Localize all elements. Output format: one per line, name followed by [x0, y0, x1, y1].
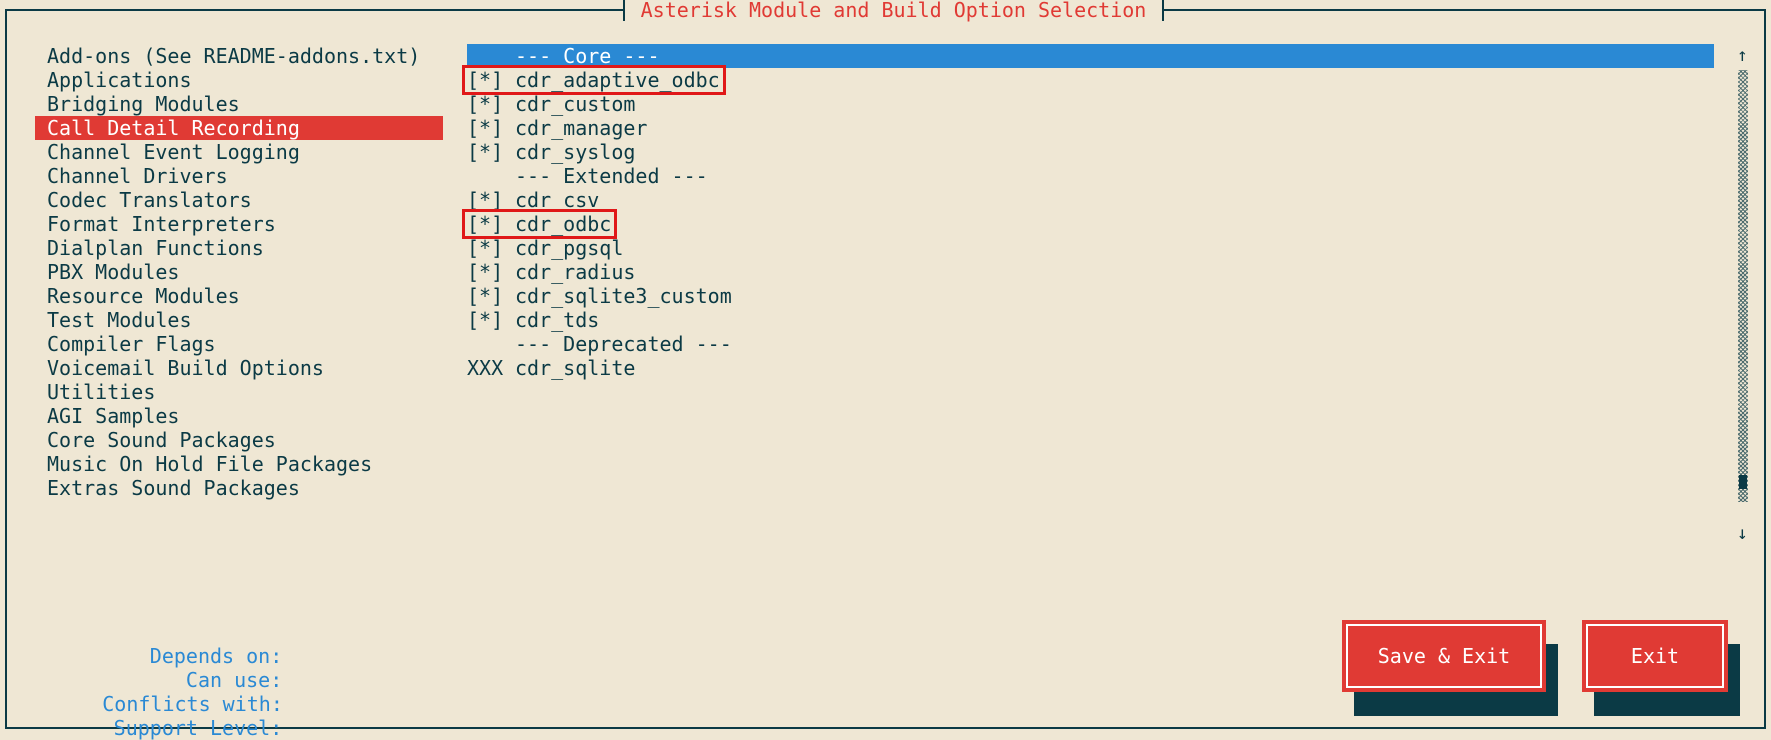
module-checkbox[interactable]: [*]: [467, 68, 515, 92]
module-section-header[interactable]: --- Core ---: [467, 44, 1714, 68]
module-item[interactable]: [*] cdr_odbc: [461, 209, 1714, 239]
module-name: cdr_radius: [515, 260, 636, 284]
module-item[interactable]: [*] cdr_syslog: [467, 140, 1714, 164]
category-item[interactable]: Music On Hold File Packages: [35, 452, 443, 476]
module-item[interactable]: XXX cdr_sqlite: [467, 356, 1714, 380]
module-name: cdr_odbc: [515, 212, 612, 236]
module-checkbox[interactable]: [*]: [467, 236, 515, 260]
category-item[interactable]: Resource Modules: [35, 284, 443, 308]
category-item[interactable]: Bridging Modules: [35, 92, 443, 116]
category-item[interactable]: Utilities: [35, 380, 443, 404]
module-checkbox[interactable]: [*]: [467, 284, 515, 308]
scroll-down-arrow-icon[interactable]: ↓: [1737, 524, 1748, 544]
module-checkbox[interactable]: [*]: [467, 92, 515, 116]
module-checkbox[interactable]: [*]: [467, 212, 515, 236]
terminal-screen: Asterisk Module and Build Option Selecti…: [0, 0, 1771, 740]
scrollbar-track[interactable]: [1738, 70, 1748, 502]
category-list: Add-ons (See README-addons.txt) Applicati…: [35, 44, 443, 500]
category-item[interactable]: Test Modules: [35, 308, 443, 332]
category-item[interactable]: PBX Modules: [35, 260, 443, 284]
category-item[interactable]: Core Sound Packages: [35, 428, 443, 452]
module-name: cdr_sqlite: [515, 356, 636, 380]
module-item[interactable]: [*] cdr_sqlite3_custom: [467, 284, 1714, 308]
category-item[interactable]: Dialplan Functions: [35, 236, 443, 260]
category-item[interactable]: Channel Event Logging: [35, 140, 443, 164]
category-item[interactable]: Call Detail Recording: [35, 116, 443, 140]
module-section-header[interactable]: --- Deprecated ---: [467, 332, 1714, 356]
module-checkbox[interactable]: [*]: [467, 188, 515, 212]
module-checkbox[interactable]: [*]: [467, 308, 515, 332]
save-exit-button[interactable]: Save & Exit: [1342, 620, 1546, 692]
module-item[interactable]: [*] cdr_csv: [467, 188, 1714, 212]
module-checkbox[interactable]: [*]: [467, 260, 515, 284]
module-name: cdr_syslog: [515, 140, 636, 164]
annotation-box: [*] cdr_odbc: [461, 209, 618, 239]
support-level-label: Support Level:: [113, 716, 283, 740]
scrollbar-thumb[interactable]: [1739, 475, 1747, 490]
module-name: cdr_adaptive_odbc: [515, 68, 720, 92]
module-list: --- Core --- [*] cdr_adaptive_odbc [*] cdr_c…: [461, 44, 1714, 380]
module-name: cdr_manager: [515, 116, 648, 140]
scroll-up-arrow-icon[interactable]: ↑: [1737, 46, 1748, 66]
annotation-box: [*] cdr_adaptive_odbc: [462, 65, 726, 95]
category-item[interactable]: AGI Samples: [35, 404, 443, 428]
category-item[interactable]: Channel Drivers: [35, 164, 443, 188]
exit-button-group: Exit: [1582, 620, 1740, 716]
category-item[interactable]: Codec Translators: [35, 188, 443, 212]
module-item[interactable]: [*] cdr_adaptive_odbc: [462, 65, 1714, 95]
module-name: cdr_sqlite3_custom: [515, 284, 732, 308]
module-item[interactable]: [*] cdr_pgsql: [467, 236, 1714, 260]
module-item[interactable]: [*] cdr_tds: [467, 308, 1714, 332]
module-item[interactable]: [*] cdr_manager: [467, 116, 1714, 140]
category-item[interactable]: Format Interpreters: [35, 212, 443, 236]
module-item[interactable]: [*] cdr_custom: [467, 92, 1714, 116]
depends-on-row: Depends on:: [30, 620, 282, 668]
module-name: cdr_tds: [515, 308, 600, 332]
window-title: Asterisk Module and Build Option Selecti…: [622, 0, 1165, 21]
module-checkbox[interactable]: [*]: [467, 140, 515, 164]
module-name: cdr_csv: [515, 188, 600, 212]
module-section-header[interactable]: --- Extended ---: [467, 164, 1714, 188]
can-use-label: Can use:: [185, 668, 283, 692]
conflicts-with-label: Conflicts with:: [102, 692, 283, 716]
category-item[interactable]: Extras Sound Packages: [35, 476, 443, 500]
category-item[interactable]: Voicemail Build Options: [35, 356, 443, 380]
save-exit-button-group: Save & Exit: [1342, 620, 1558, 716]
module-scrollbar[interactable]: ↑ ↓: [1734, 44, 1752, 544]
category-item[interactable]: Applications: [35, 68, 443, 92]
category-item[interactable]: Add-ons (See README-addons.txt): [35, 44, 443, 68]
module-name: cdr_pgsql: [515, 236, 624, 260]
depends-on-label: Depends on:: [149, 644, 283, 668]
exit-button[interactable]: Exit: [1582, 620, 1728, 692]
module-checkbox[interactable]: XXX: [467, 356, 515, 380]
module-name: cdr_custom: [515, 92, 636, 116]
category-item[interactable]: Compiler Flags: [35, 332, 443, 356]
module-item[interactable]: [*] cdr_radius: [467, 260, 1714, 284]
module-info-panel: Depends on: Can use: Conflicts with: Sup…: [30, 620, 283, 740]
module-checkbox[interactable]: [*]: [467, 116, 515, 140]
